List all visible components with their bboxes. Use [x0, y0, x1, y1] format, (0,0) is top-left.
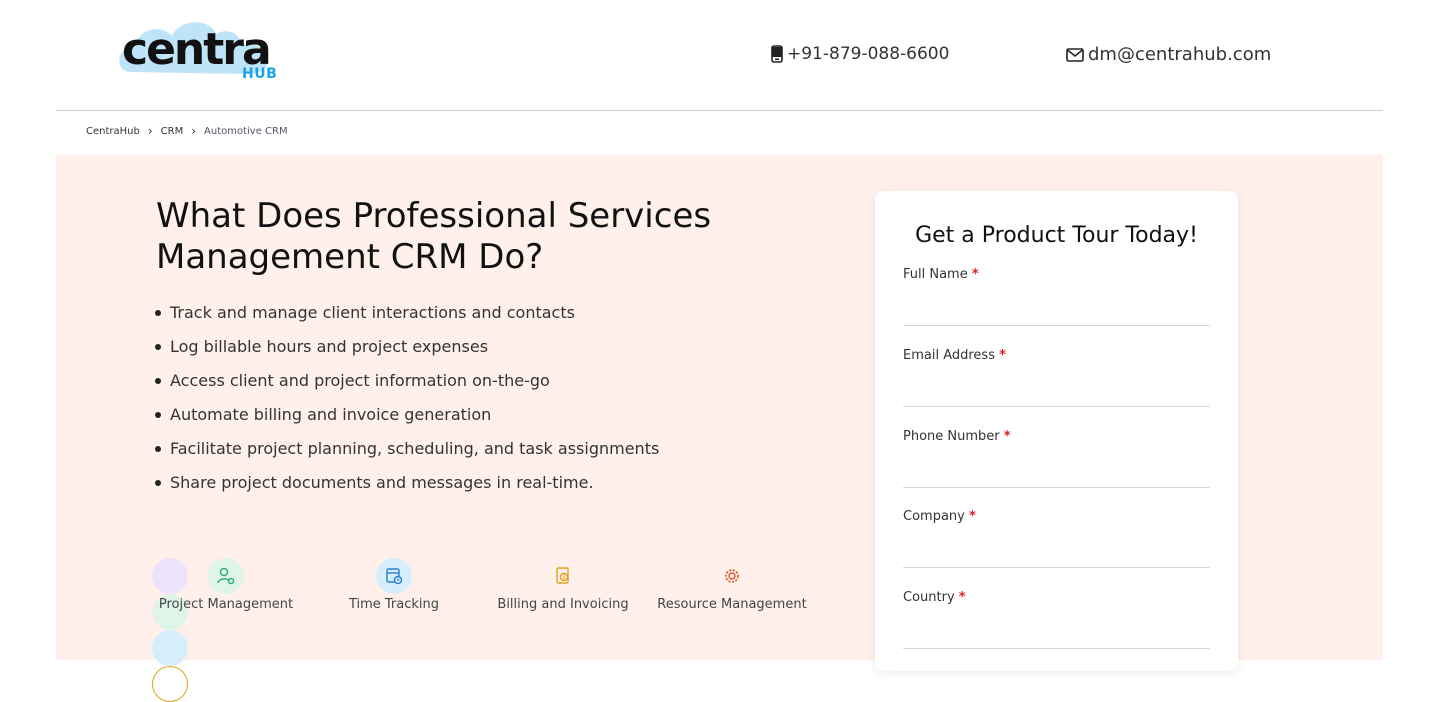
user-gear-icon: [208, 558, 244, 594]
service-label: Time Tracking: [348, 597, 440, 612]
page-title: What Does Professional Services Manageme…: [156, 196, 776, 278]
breadcrumb: CentraHub › CRM › Automotive CRM: [86, 124, 288, 138]
invoice-dollar-icon: $: [545, 558, 581, 594]
email-address: dm@centrahub.com: [1088, 44, 1272, 65]
email-label: Email Address *: [903, 348, 1006, 363]
full-name-field: Full Name *: [903, 267, 1210, 326]
feature-item: Access client and project information on…: [155, 370, 659, 404]
email-field: Email Address *: [903, 348, 1210, 407]
form-title: Get a Product Tour Today!: [915, 223, 1198, 248]
map-icon: [152, 630, 188, 666]
centrahub-logo[interactable]: centra HUB: [118, 14, 288, 86]
phone-input[interactable]: [903, 448, 1210, 488]
page-title-line-1: What Does Professional Services: [156, 196, 712, 236]
gear-icon: [714, 558, 750, 594]
phone-label: Phone Number *: [903, 429, 1011, 444]
company-field: Company *: [903, 509, 1210, 568]
feature-item: Automate billing and invoice generation: [155, 404, 659, 438]
feature-list: Track and manage client interactions and…: [155, 302, 659, 506]
service-billing-invoicing[interactable]: $ Billing and Invoicing: [479, 558, 647, 612]
email-input[interactable]: [903, 367, 1210, 407]
service-label: Billing and Invoicing: [497, 597, 629, 612]
service-label: Resource Management: [657, 597, 807, 612]
services-grid: Project Management Time Tracking $ Billi…: [152, 558, 822, 702]
calendar-clock-icon: [376, 558, 412, 594]
company-label: Company *: [903, 509, 976, 524]
feature-item: Log billable hours and project expenses: [155, 336, 659, 370]
mobile-phone-icon: [771, 45, 783, 63]
service-label: Project Management: [158, 597, 294, 612]
logo-subtext: HUB: [242, 66, 278, 82]
service-project-management[interactable]: Project Management: [142, 558, 310, 612]
phone-field: Phone Number *: [903, 429, 1210, 488]
service-time-tracking[interactable]: Time Tracking: [310, 558, 478, 612]
target-icon: [152, 666, 188, 702]
chevron-right-icon: ›: [191, 124, 197, 138]
feature-item: Share project documents and messages in …: [155, 472, 659, 506]
chevron-right-icon: ›: [147, 124, 153, 138]
svg-text:$: $: [563, 575, 566, 581]
full-name-label: Full Name *: [903, 267, 979, 282]
company-input[interactable]: [903, 528, 1210, 568]
envelope-icon: [1066, 47, 1084, 62]
feature-item: Track and manage client interactions and…: [155, 302, 659, 336]
service-resource-management[interactable]: Resource Management: [648, 558, 816, 612]
page-title-line-2: Management CRM Do?: [156, 237, 544, 277]
country-input[interactable]: [903, 609, 1210, 649]
country-field: Country *: [903, 590, 1210, 649]
breadcrumb-item-centrahub[interactable]: CentraHub: [86, 126, 140, 137]
phone-contact[interactable]: +91-879-088-6600: [771, 44, 949, 64]
header-divider: [56, 110, 1383, 111]
feature-item: Facilitate project planning, scheduling,…: [155, 438, 659, 472]
phone-number: +91-879-088-6600: [787, 44, 950, 64]
email-contact[interactable]: dm@centrahub.com: [1066, 44, 1271, 65]
country-label: Country *: [903, 590, 966, 605]
product-tour-form: Get a Product Tour Today! Full Name * Em…: [875, 191, 1238, 671]
full-name-input[interactable]: [903, 286, 1210, 326]
breadcrumb-item-current: Automotive CRM: [204, 125, 288, 137]
breadcrumb-item-crm[interactable]: CRM: [161, 126, 184, 137]
